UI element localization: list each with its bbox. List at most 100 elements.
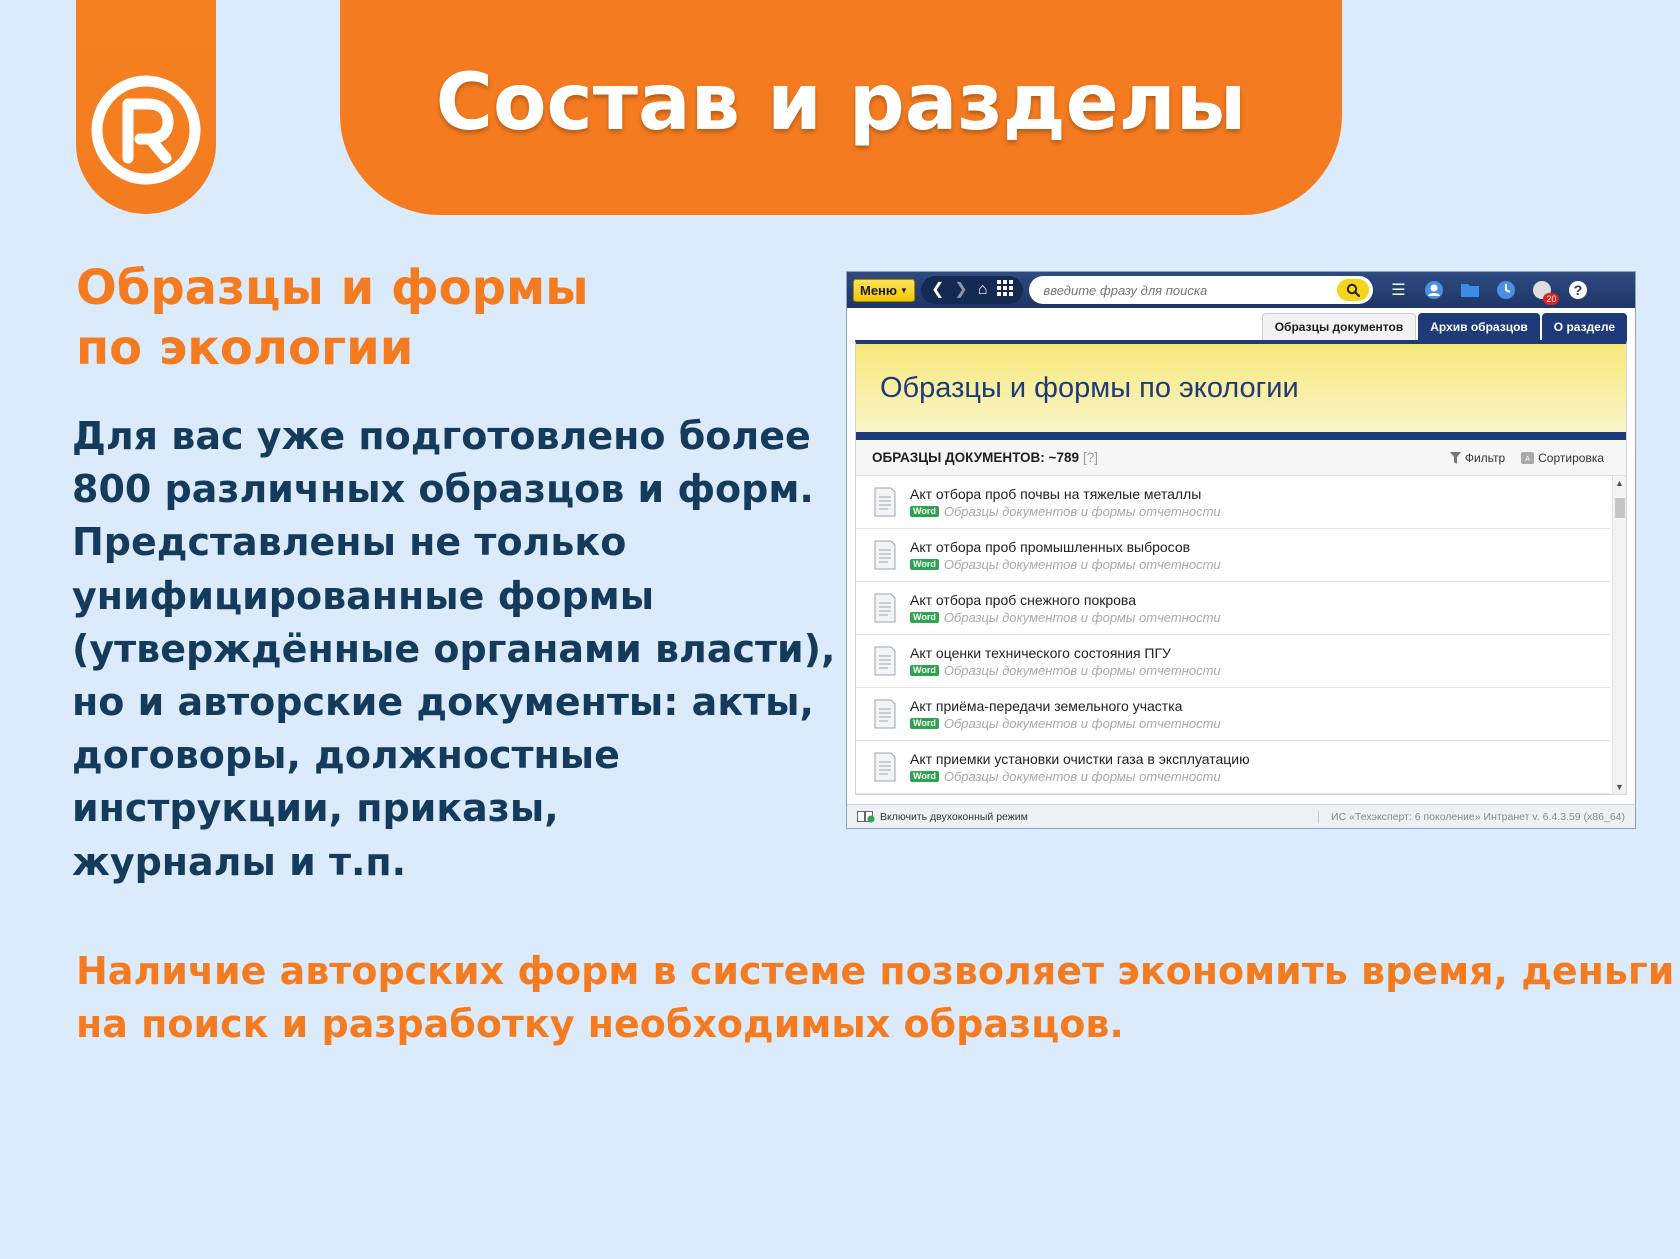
notifications-icon[interactable]: 20 xyxy=(1531,279,1560,305)
body-line: (утверждённые органами власти), xyxy=(72,626,836,671)
body-line: но и авторские документы: акты, xyxy=(72,680,814,725)
user-icon[interactable] xyxy=(1423,279,1445,301)
scroll-up-icon[interactable]: ▲ xyxy=(1615,478,1624,488)
body-line: договоры, должностные xyxy=(72,733,620,778)
content-frame: Образцы и формы по экологии ОБРАЗЦЫ ДОКУ… xyxy=(855,340,1627,795)
dual-window-icon xyxy=(857,810,875,822)
menu-button[interactable]: Меню ▼ xyxy=(853,278,915,302)
status-bar: Включить двухоконный режим ИС «Техэкспер… xyxy=(847,804,1635,828)
hamburger-icon[interactable]: ☰ xyxy=(1387,279,1409,301)
svg-text:?: ? xyxy=(1574,282,1583,298)
list-item[interactable]: Акт приёма-передачи земельного участка W… xyxy=(856,688,1610,741)
filter-icon xyxy=(1449,451,1461,464)
item-category: Образцы документов и формы отчетности xyxy=(943,503,1221,519)
filter-label: Фильтр xyxy=(1464,450,1506,465)
notifications-badge: 20 xyxy=(1543,293,1560,305)
list-header: ОБРАЗЦЫ ДОКУМЕНТОВ: ~789 [?] Фильтр A Сор… xyxy=(856,440,1626,476)
sort-label: Сортировка xyxy=(1538,450,1604,465)
document-icon xyxy=(874,487,896,517)
forward-icon[interactable]: ❯ xyxy=(954,282,967,298)
scroll-down-icon[interactable]: ▼ xyxy=(1615,782,1624,792)
body-line: журналы и т.п. xyxy=(72,839,407,884)
search-box xyxy=(1029,276,1374,304)
app-toolbar: Меню ▼ ❮ ❯ ⌂ ☰ xyxy=(847,272,1635,308)
document-icon xyxy=(874,593,896,623)
tab-archive[interactable]: Архив образцов xyxy=(1418,313,1540,340)
body-line: 800 различных образцов и форм. xyxy=(72,467,814,512)
version-info: ИС «Техэксперт: 6 поколение» Интранет v.… xyxy=(1318,810,1625,823)
list-item[interactable]: Акт оценки технического состояния ПГУ Wo… xyxy=(856,635,1610,688)
document-icon xyxy=(874,540,896,570)
help-icon[interactable]: ? xyxy=(1567,279,1589,301)
word-badge: Word xyxy=(910,717,939,729)
item-title[interactable]: Акт оценки технического состояния ПГУ xyxy=(910,645,1221,661)
tab-samples[interactable]: Образцы документов xyxy=(1261,313,1417,340)
subtitle-line: Образцы и формы xyxy=(76,260,589,316)
clock-icon[interactable] xyxy=(1495,279,1517,301)
list-item[interactable]: Акт отбора проб почвы на тяжелые металлы… xyxy=(856,476,1610,529)
bottom-note: Наличие авторских форм в системе позволя… xyxy=(76,945,1675,1051)
title-banner: Состав и разделы xyxy=(340,0,1342,215)
word-badge: Word xyxy=(910,558,939,570)
item-category: Образцы документов и формы отчетности xyxy=(943,662,1221,678)
sort-icon: A xyxy=(1521,451,1535,464)
nav-group: ❮ ❯ ⌂ xyxy=(920,276,1024,304)
search-icon xyxy=(1347,283,1361,297)
caret-down-icon: ▼ xyxy=(900,285,908,295)
slide-title: Состав и разделы xyxy=(435,57,1247,148)
word-badge: Word xyxy=(910,770,939,782)
filter-button[interactable]: Фильтр xyxy=(1449,450,1506,465)
subtitle-line: по экологии xyxy=(76,320,414,376)
word-badge: Word xyxy=(910,505,939,517)
list-item[interactable]: Акт отбора проб промышленных выбросов Wo… xyxy=(856,529,1610,582)
word-badge: Word xyxy=(910,664,939,676)
svg-text:A: A xyxy=(1525,456,1530,463)
item-title[interactable]: Акт отбора проб промышленных выбросов xyxy=(910,539,1221,555)
list-item[interactable]: Акт отбора проб снежного покрова Word Обр… xyxy=(856,582,1610,635)
dual-window-toggle[interactable]: Включить двухоконный режим xyxy=(857,810,1028,823)
home-icon[interactable]: ⌂ xyxy=(978,282,988,298)
item-title[interactable]: Акт приемки установки очистки газа в экс… xyxy=(910,751,1250,767)
document-icon xyxy=(874,752,896,782)
slide-subtitle: Образцы и формы по экологии xyxy=(76,258,796,378)
registered-r-icon xyxy=(91,75,201,185)
help-link[interactable]: [?] xyxy=(1083,450,1098,465)
list-count-title: ОБРАЗЦЫ ДОКУМЕНТОВ: ~789 xyxy=(872,450,1079,465)
search-button[interactable] xyxy=(1337,279,1370,301)
document-list: Акт отбора проб почвы на тяжелые металлы… xyxy=(856,476,1626,794)
tab-bar: Образцы документов Архив образцов О разд… xyxy=(847,308,1635,340)
list-item[interactable]: Акт приемки установки очистки газа в экс… xyxy=(856,741,1610,794)
bottom-line: Наличие авторских форм в системе позволя… xyxy=(76,949,1675,993)
menu-button-label: Меню xyxy=(860,282,898,298)
scroll-thumb[interactable] xyxy=(1615,498,1625,518)
body-paragraph: Для вас уже подготовлено более 800 разли… xyxy=(72,410,836,889)
body-line: Для вас уже подготовлено более xyxy=(72,414,811,458)
item-category: Образцы документов и формы отчетности xyxy=(943,768,1221,784)
document-icon xyxy=(874,646,896,676)
body-line: унифицированные формы xyxy=(72,573,655,618)
search-input[interactable] xyxy=(1043,282,1338,298)
grid-icon[interactable] xyxy=(997,280,1014,300)
item-category: Образцы документов и формы отчетности xyxy=(943,715,1221,731)
word-badge: Word xyxy=(910,611,939,623)
body-line: инструкции, приказы, xyxy=(72,786,559,831)
list-actions: Фильтр A Сортировка xyxy=(1449,450,1604,465)
dual-window-label: Включить двухоконный режим xyxy=(880,810,1028,823)
bottom-line: на поиск и разработку необходимых образц… xyxy=(76,1002,1124,1046)
section-title: Образцы и формы по экологии xyxy=(880,371,1299,404)
item-category: Образцы документов и формы отчетности xyxy=(943,609,1221,625)
list-scrollbar[interactable]: ▲ ▼ xyxy=(1612,476,1626,794)
folder-icon[interactable] xyxy=(1459,279,1481,301)
app-window: Меню ▼ ❮ ❯ ⌂ ☰ xyxy=(846,271,1636,829)
item-title[interactable]: Акт отбора проб снежного покрова xyxy=(910,592,1221,608)
logo-ribbon xyxy=(76,0,216,214)
toolbar-right-icons: ☰ 20 ? xyxy=(1387,279,1589,305)
item-title[interactable]: Акт приёма-передачи земельного участка xyxy=(910,698,1221,714)
document-list-container: Акт отбора проб почвы на тяжелые металлы… xyxy=(856,476,1626,794)
back-icon[interactable]: ❮ xyxy=(931,282,944,298)
section-banner: Образцы и формы по экологии xyxy=(856,344,1626,440)
sort-button[interactable]: A Сортировка xyxy=(1521,451,1604,465)
body-line: Представлены не только xyxy=(72,520,627,565)
item-title[interactable]: Акт отбора проб почвы на тяжелые металлы xyxy=(910,486,1221,502)
tab-about[interactable]: О разделе xyxy=(1541,313,1627,340)
